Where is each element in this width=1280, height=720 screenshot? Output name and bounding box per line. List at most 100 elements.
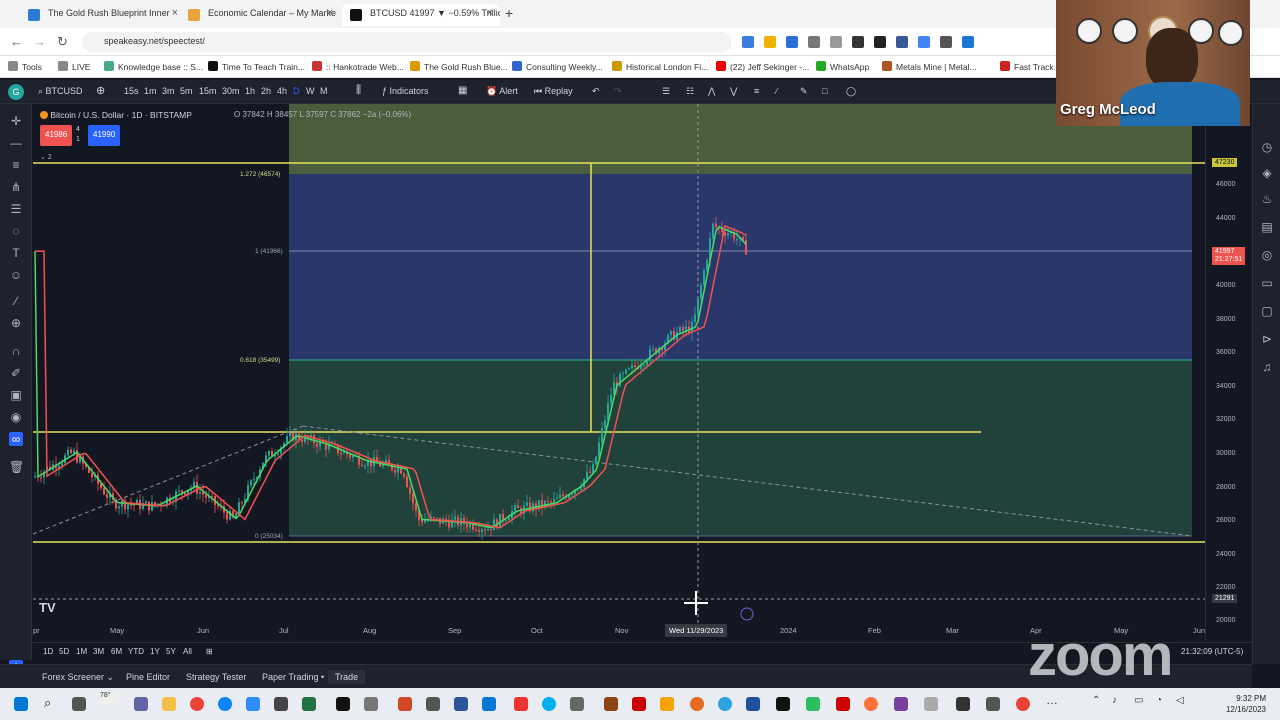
rectangle-icon[interactable]: □ [822,86,827,96]
trendline[interactable] [33,425,304,535]
app-icon[interactable] [570,697,584,711]
magnet-icon[interactable]: ∩ [9,344,23,358]
range-all[interactable]: All [183,647,192,656]
bookmark[interactable]: :: Hankotrade Web... [312,61,404,72]
app-icon[interactable] [986,697,1000,711]
excel-icon[interactable] [302,697,316,711]
skype-icon[interactable] [542,697,556,711]
more-icon[interactable]: … [1046,693,1060,707]
goto-date-icon[interactable]: ⊞ [206,647,213,656]
system-clock[interactable]: 9:32 PM 12/16/2023 [1226,693,1266,715]
weather-widget[interactable]: 78° [100,692,122,706]
ruler-icon[interactable]: ∕ [9,294,23,308]
microphone-icon[interactable]: ♪ [1112,695,1126,709]
extension-icon[interactable] [742,36,754,48]
interval-m[interactable]: M [320,86,328,96]
interval-1m[interactable]: 1m [144,86,157,96]
collapse-indicators[interactable]: ⌄ 2 [40,153,52,161]
telegram-icon[interactable] [718,697,732,711]
chrome-icon[interactable] [1016,697,1030,711]
chart-clock[interactable]: 21:32:09 (UTC-5) [1181,647,1243,656]
indicators-button[interactable]: ƒ Indicators [382,86,429,96]
redo-icon[interactable]: ↷ [614,86,622,97]
brush-icon[interactable]: ✎ [800,86,808,97]
tab-pine-editor[interactable]: Pine Editor [126,672,170,682]
extension-icon[interactable] [918,36,930,48]
volume-icon[interactable]: ◁ [1176,695,1190,709]
edge-icon[interactable] [218,697,232,711]
alert-button[interactable]: ⏰ Alert [486,86,518,97]
symbol-search[interactable]: ⌕ BTCUSD [38,86,83,97]
chrome-icon[interactable] [190,697,204,711]
range-ytd[interactable]: YTD [128,647,144,656]
app-icon[interactable] [274,697,288,711]
range-1d[interactable]: 1D [43,647,53,656]
range-1m[interactable]: 1M [76,647,87,656]
tab-strategy-tester[interactable]: Strategy Tester [186,672,246,682]
app-icon[interactable] [956,697,970,711]
buy-button[interactable]: 41990 [88,125,121,146]
interval-2h[interactable]: 2h [261,86,271,96]
zoom-icon[interactable]: ⊕ [9,316,23,330]
battery-icon[interactable]: ▭ [1134,695,1148,709]
outlook-icon[interactable] [482,697,496,711]
interval-1h[interactable]: 1h [245,86,255,96]
bookmark[interactable]: Tools [8,61,42,72]
close-icon[interactable]: × [487,7,493,19]
price-chart[interactable]: 1.272 (46574) 1 (41966) 0.618 (35499) 0 … [33,104,1205,640]
compare-icon[interactable]: ⊕ [96,84,105,97]
bookmark[interactable]: The Gold Rush Blue... [410,61,508,72]
star-icon[interactable] [764,36,776,48]
app-icon[interactable] [836,697,850,711]
clock-icon[interactable]: ◷ [1260,140,1274,154]
range-1y[interactable]: 1Y [150,647,160,656]
bookmark[interactable]: Time To Teach Train... [208,61,305,72]
close-icon[interactable]: × [327,7,333,19]
extension-icon[interactable] [808,36,820,48]
app-icon[interactable] [690,697,704,711]
app-icon[interactable] [426,697,440,711]
word-icon[interactable] [454,697,468,711]
windows-start-icon[interactable] [14,697,28,711]
interval-30m[interactable]: 30m [222,86,240,96]
hlines-icon[interactable]: ≡ [9,158,23,172]
app-icon[interactable] [336,697,350,711]
extension-icon[interactable] [896,36,908,48]
tray-chevron-icon[interactable]: ⌃ [1092,695,1106,709]
wifi-icon[interactable]: ◔ [1156,695,1170,709]
back-icon[interactable]: ← [10,34,23,49]
bookmark[interactable]: (22) Jeff Sekinger -... [716,61,809,72]
tradingview-logo[interactable]: TV [39,600,56,615]
range-3m[interactable]: 3M [93,647,104,656]
link-icon[interactable]: ∞ [9,432,23,446]
price-axis[interactable]: 46000 44000 42000 40000 38000 36000 3400… [1205,104,1252,640]
browser-tab-1[interactable]: The Gold Rush Blueprint Inner × [20,4,185,26]
browser-tab-3[interactable]: BTCUSD 41997 ▼ −0.59% Trillio × [342,4,500,26]
replay-button[interactable]: ⏮ Replay [534,86,573,97]
firefox-icon[interactable] [864,697,878,711]
forward-icon[interactable]: → [33,34,46,49]
undo-icon[interactable]: ↶ [592,86,600,97]
drawing-tool-icon[interactable]: ☰ [662,86,670,97]
layout-icon[interactable]: ▦ [458,85,467,96]
layers-icon[interactable]: ◈ [1260,166,1274,180]
app-icon[interactable] [746,697,760,711]
lock-drawing-icon[interactable]: ✐ [9,366,23,380]
avatar[interactable]: G [8,84,24,100]
app-icon[interactable] [924,697,938,711]
extension-icon[interactable] [874,36,886,48]
interval-3m[interactable]: 3m [162,86,175,96]
chat-icon[interactable]: ▢ [1260,304,1274,318]
bookmark[interactable]: Knowledge base :: S... [104,61,203,72]
brush-icon[interactable]: ◌ [9,224,23,238]
bolt-icon[interactable] [740,607,754,621]
range-5d[interactable]: 5D [59,647,69,656]
drawing-tool-icon[interactable]: ⋁ [730,86,737,97]
pitchfork-icon[interactable]: ⋔ [9,180,23,194]
bookmark[interactable]: Historical London Fi... [612,61,708,72]
teams-icon[interactable] [134,697,148,711]
close-icon[interactable]: × [172,7,178,19]
tab-paper-trading[interactable]: Paper Trading • [262,672,324,682]
new-tab-icon[interactable]: + [505,5,513,21]
ellipse-icon[interactable]: ◯ [846,86,856,97]
